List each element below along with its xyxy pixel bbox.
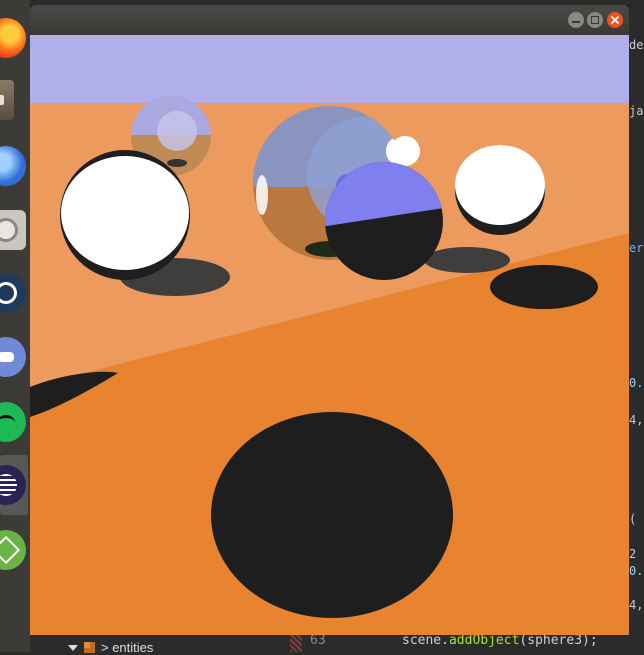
small-white-sphere bbox=[390, 136, 420, 166]
render-window bbox=[30, 5, 629, 635]
package-icon bbox=[84, 642, 95, 653]
code-args: (sphere3); bbox=[519, 633, 598, 648]
sphere-highlight bbox=[455, 145, 545, 225]
android-studio-icon[interactable] bbox=[0, 530, 26, 570]
code-fragment: 0. bbox=[629, 564, 644, 578]
code-fragment: ( bbox=[629, 512, 637, 526]
sky bbox=[30, 35, 629, 103]
rendered-scene bbox=[30, 35, 629, 635]
ide-editor-edge: del ja er 0. 4, ( 2 0. 4, bbox=[629, 0, 644, 652]
minimize-button[interactable] bbox=[568, 12, 584, 28]
maximize-icon bbox=[591, 16, 599, 24]
code-fragment: 0. bbox=[629, 376, 644, 390]
tree-item-label: > entities bbox=[101, 640, 154, 655]
close-icon bbox=[611, 16, 619, 24]
steam-icon[interactable] bbox=[0, 273, 26, 313]
discord-controller-icon bbox=[0, 352, 14, 362]
launcher-dock bbox=[0, 0, 30, 652]
eclipse-logo-icon bbox=[0, 474, 17, 496]
code-line[interactable]: scene.addObject(sphere3); bbox=[402, 633, 598, 648]
files-icon[interactable] bbox=[0, 80, 14, 120]
discord-icon[interactable] bbox=[0, 337, 26, 377]
window-titlebar[interactable] bbox=[30, 5, 629, 35]
raytracer-canvas bbox=[30, 35, 629, 635]
files-drawer-icon bbox=[0, 95, 4, 105]
sphere-shadow bbox=[424, 247, 510, 273]
code-fragment: er bbox=[629, 241, 644, 255]
disk-icon bbox=[0, 218, 18, 242]
sphere-highlight bbox=[61, 156, 189, 270]
code-method: addObject bbox=[448, 633, 520, 648]
line-number: 63 bbox=[310, 633, 326, 648]
spotify-waves-icon bbox=[0, 414, 15, 430]
steam-gear-icon bbox=[0, 282, 17, 304]
close-button[interactable] bbox=[607, 12, 623, 28]
code-fragment: ja bbox=[629, 104, 644, 118]
android-studio-logo-icon bbox=[0, 535, 21, 565]
firefox-icon[interactable] bbox=[0, 18, 26, 58]
code-fragment: 2 bbox=[629, 547, 637, 561]
disk-utility-icon[interactable] bbox=[0, 210, 26, 250]
sphere-shadow bbox=[211, 412, 453, 618]
expand-triangle-icon[interactable] bbox=[68, 644, 78, 651]
gutter-marker bbox=[290, 635, 302, 652]
code-fragment: 4, bbox=[629, 598, 644, 612]
code-object: scene. bbox=[402, 633, 449, 648]
minimize-icon bbox=[572, 21, 580, 23]
spotify-icon[interactable] bbox=[0, 402, 26, 442]
code-fragment: del bbox=[629, 38, 644, 52]
code-fragment: 4, bbox=[629, 413, 644, 427]
sphere-shadow bbox=[490, 265, 598, 309]
package-tree-item[interactable]: > entities bbox=[68, 640, 153, 655]
thunderbird-icon[interactable] bbox=[0, 146, 26, 186]
maximize-button[interactable] bbox=[587, 12, 603, 28]
